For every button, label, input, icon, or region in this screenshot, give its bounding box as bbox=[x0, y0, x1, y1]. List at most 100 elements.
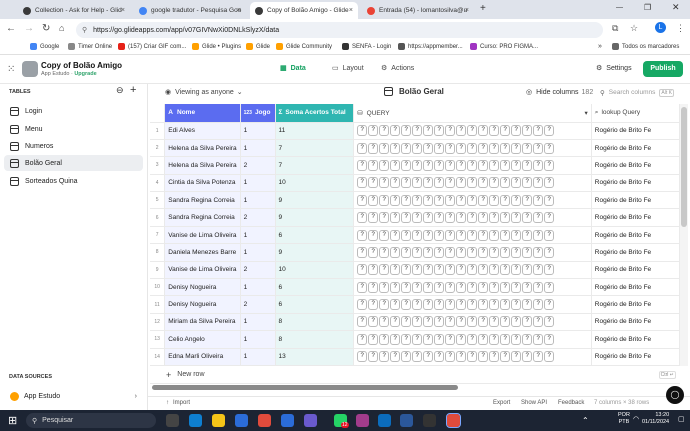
publish-button[interactable]: Publish bbox=[643, 61, 683, 77]
cell-jogo[interactable]: 1 bbox=[240, 191, 276, 210]
cell-query[interactable]: ?????????????????? bbox=[353, 330, 592, 349]
row-number[interactable]: 2 bbox=[150, 139, 166, 158]
cell-query[interactable]: ?????????????????? bbox=[353, 226, 592, 245]
cell-query[interactable]: ?????????????????? bbox=[353, 139, 592, 158]
cell-query[interactable]: ?????????????????? bbox=[353, 295, 592, 314]
sidebar-item-numeros[interactable]: Numeros bbox=[4, 138, 143, 154]
table-row[interactable]: 13 Celio Angelo 1 8?????????????????? Rogéri… bbox=[150, 330, 680, 349]
table-row[interactable]: 11 Denisy Nogueira 2 6?????????????????? Rog… bbox=[150, 295, 680, 314]
back-icon[interactable]: ← bbox=[6, 23, 16, 34]
cell-soma-acertos-total[interactable]: 7 bbox=[275, 156, 355, 175]
row-number[interactable]: 13 bbox=[150, 330, 166, 349]
row-number[interactable]: 14 bbox=[150, 348, 166, 366]
cell-query[interactable]: ?????????????????? bbox=[353, 313, 592, 332]
cell-lookup-query[interactable]: Rogério de Brito Fe bbox=[591, 243, 680, 262]
maximize-icon[interactable]: ❐ bbox=[644, 3, 651, 12]
cell-soma-acertos-total[interactable]: 6 bbox=[275, 295, 355, 314]
cell-jogo[interactable]: 2 bbox=[240, 295, 276, 314]
cell-soma-acertos-total[interactable]: 6 bbox=[275, 278, 355, 297]
app-icon[interactable] bbox=[304, 414, 317, 427]
cell-nome[interactable]: Edi Alves bbox=[164, 122, 241, 140]
cell-nome[interactable]: Helena da Silva Pereira bbox=[164, 156, 241, 175]
tray-chevron-icon[interactable]: ⌃ bbox=[582, 416, 589, 425]
taskbar-search[interactable]: ⚲ Pesquisar bbox=[26, 413, 156, 428]
row-number[interactable]: 12 bbox=[150, 313, 166, 332]
data-source-item[interactable]: App Estudo › bbox=[4, 388, 143, 404]
cell-lookup-query[interactable]: Rogério de Brito Fe bbox=[591, 156, 680, 175]
cell-query[interactable]: ?????????????????? bbox=[353, 348, 592, 366]
table-row[interactable]: 6 Sandra Regina Correia 2 9????????????????… bbox=[150, 208, 680, 227]
cell-nome[interactable]: Miriam da Silva Pereira bbox=[164, 313, 241, 332]
vertical-scrollbar[interactable] bbox=[680, 104, 688, 366]
sidebar-item-sorteados-quina[interactable]: Sorteados Quina bbox=[4, 173, 143, 189]
file-explorer-icon[interactable] bbox=[212, 414, 225, 427]
sync-icon[interactable]: ⊖ bbox=[116, 85, 124, 96]
cell-nome[interactable]: Vanise de Lima Oliveira bbox=[164, 261, 241, 280]
cell-jogo[interactable]: 1 bbox=[240, 330, 276, 349]
chrome-icon[interactable] bbox=[258, 414, 271, 427]
cell-jogo[interactable]: 2 bbox=[240, 156, 276, 175]
browser-tab-active[interactable]: Copy of Bolão Amigo - Glide × bbox=[250, 2, 358, 19]
upgrade-link[interactable]: Upgrade bbox=[74, 71, 96, 77]
table-row[interactable]: 8 Daniela Menezes Barre 1 9????????????????… bbox=[150, 243, 680, 262]
column-header-jogo[interactable]: 123 Jogo bbox=[240, 104, 276, 123]
row-number[interactable]: 8 bbox=[150, 243, 166, 262]
cell-jogo[interactable]: 1 bbox=[240, 139, 276, 158]
forward-icon[interactable]: → bbox=[24, 23, 34, 34]
sidebar-item-login[interactable]: Login bbox=[4, 103, 143, 119]
outlook-icon[interactable] bbox=[281, 414, 294, 427]
minimize-icon[interactable]: — bbox=[616, 4, 623, 11]
bookmark-item[interactable]: Glide bbox=[246, 43, 270, 50]
viewing-as-dropdown[interactable]: ◉ Viewing as anyone ⌄ bbox=[165, 88, 243, 97]
notifications-icon[interactable]: ▢ bbox=[678, 415, 685, 423]
cell-lookup-query[interactable]: Rogério de Brito Fe bbox=[591, 174, 680, 193]
row-number[interactable]: 3 bbox=[150, 156, 166, 175]
store-icon[interactable] bbox=[235, 414, 248, 427]
column-header-lookup-query[interactable]: ⌕ lookup Query bbox=[591, 104, 680, 123]
tab-data[interactable]: ▦ Data bbox=[280, 64, 306, 73]
windows-start-icon[interactable]: ⊞ bbox=[8, 414, 17, 427]
column-header-nome[interactable]: A Nome bbox=[164, 104, 241, 123]
close-icon[interactable]: × bbox=[349, 7, 353, 14]
edge-icon[interactable] bbox=[189, 414, 202, 427]
close-icon[interactable]: × bbox=[465, 7, 469, 14]
cell-query[interactable]: ?????????????????? bbox=[353, 208, 592, 227]
all-bookmarks[interactable]: Todos os marcadores bbox=[612, 43, 679, 50]
show-api-button[interactable]: Show API bbox=[521, 400, 547, 406]
sidebar-item-bolao-geral[interactable]: Bolão Geral bbox=[4, 155, 143, 171]
browser-tab[interactable]: Entrada (54) - lomantosilva@u × bbox=[362, 2, 474, 19]
cell-soma-acertos-total[interactable]: 8 bbox=[275, 330, 355, 349]
cell-soma-acertos-total[interactable]: 13 bbox=[275, 348, 355, 366]
row-number[interactable]: 6 bbox=[150, 208, 166, 227]
cell-lookup-query[interactable]: Rogério de Brito Fe bbox=[591, 295, 680, 314]
dropdown-arrow-icon[interactable]: ▾ bbox=[585, 109, 588, 117]
browser-tab[interactable]: Collection - Ask for Help - Glid × bbox=[18, 2, 130, 19]
row-number[interactable]: 5 bbox=[150, 191, 166, 210]
cell-jogo[interactable]: 1 bbox=[240, 226, 276, 245]
cell-jogo[interactable]: 1 bbox=[240, 122, 276, 140]
cell-lookup-query[interactable]: Rogério de Brito Fe bbox=[591, 278, 680, 297]
cell-lookup-query[interactable]: Rogério de Brito Fe bbox=[591, 122, 680, 140]
cell-jogo[interactable]: 2 bbox=[240, 208, 276, 227]
cell-soma-acertos-total[interactable]: 11 bbox=[275, 122, 355, 140]
table-row[interactable]: 10 Denisy Nogueira 1 6?????????????????? Rog… bbox=[150, 278, 680, 297]
tab-actions[interactable]: ⚙ Actions bbox=[381, 64, 414, 73]
scrollbar-thumb[interactable] bbox=[681, 107, 687, 227]
bookmark-item[interactable]: Glide Community bbox=[276, 43, 332, 50]
cell-lookup-query[interactable]: Rogério de Brito Fe bbox=[591, 330, 680, 349]
cell-query[interactable]: ?????????????????? bbox=[353, 243, 592, 262]
cell-lookup-query[interactable]: Rogério de Brito Fe bbox=[591, 226, 680, 245]
cell-nome[interactable]: Edna Marli Oliveira bbox=[164, 348, 241, 366]
site-info-icon[interactable]: ⚲ bbox=[82, 26, 87, 34]
settings-button[interactable]: ⚙ Settings bbox=[596, 64, 632, 73]
bookmark-star-icon[interactable]: ☆ bbox=[630, 23, 638, 34]
import-button[interactable]: ↑ Import bbox=[166, 400, 190, 406]
add-table-icon[interactable]: + bbox=[130, 84, 136, 96]
cell-nome[interactable]: Denisy Nogueira bbox=[164, 278, 241, 297]
task-view-icon[interactable] bbox=[166, 414, 179, 427]
bookmark-item[interactable]: SENFA - Login bbox=[342, 43, 391, 50]
hide-columns-button[interactable]: ◎ Hide columns 182 bbox=[526, 88, 593, 97]
cell-nome[interactable]: Sandra Regina Correia bbox=[164, 191, 241, 210]
table-row[interactable]: 5 Sandra Regina Correia 1 9????????????????… bbox=[150, 191, 680, 210]
cell-lookup-query[interactable]: Rogério de Brito Fe bbox=[591, 208, 680, 227]
